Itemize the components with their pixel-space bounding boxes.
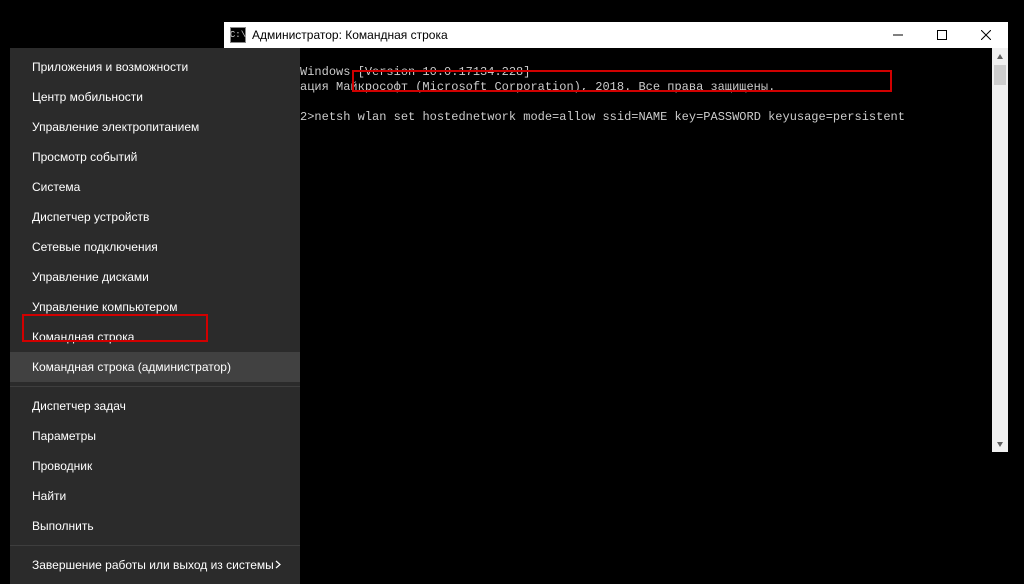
scroll-track[interactable] — [992, 65, 1008, 435]
minimize-button[interactable] — [876, 22, 920, 48]
menu-item-device-manager[interactable]: Диспетчер устройств — [10, 202, 300, 232]
menu-item-label: Система — [32, 180, 80, 194]
menu-item-label: Просмотр событий — [32, 150, 137, 164]
command-prompt-window: C:\ Администратор: Командная строка Micr… — [224, 22, 1008, 452]
menu-item-label: Проводник — [32, 459, 92, 473]
menu-item-label: Приложения и возможности — [32, 60, 188, 74]
menu-item-label: Сетевые подключения — [32, 240, 158, 254]
scroll-up-button[interactable] — [992, 48, 1008, 65]
menu-item-mobility-center[interactable]: Центр мобильности — [10, 82, 300, 112]
menu-item-label: Управление компьютером — [32, 300, 177, 314]
scroll-thumb[interactable] — [994, 65, 1006, 85]
menu-item-label: Командная строка — [32, 330, 134, 344]
menu-item-cmd[interactable]: Командная строка — [10, 322, 300, 352]
cmd-icon: C:\ — [230, 27, 246, 43]
menu-item-label: Управление электропитанием — [32, 120, 199, 134]
menu-item-label: Центр мобильности — [32, 90, 143, 104]
menu-item-system[interactable]: Система — [10, 172, 300, 202]
winx-power-menu: Приложения и возможности Центр мобильнос… — [10, 48, 300, 584]
menu-item-search[interactable]: Найти — [10, 481, 300, 511]
menu-divider — [10, 545, 300, 546]
menu-item-label: Диспетчер устройств — [32, 210, 149, 224]
chevron-right-icon — [274, 558, 283, 572]
menu-item-label: Завершение работы или выход из системы — [32, 558, 274, 572]
menu-item-label: Выполнить — [32, 519, 94, 533]
menu-item-label: Параметры — [32, 429, 96, 443]
menu-item-event-viewer[interactable]: Просмотр событий — [10, 142, 300, 172]
menu-item-settings[interactable]: Параметры — [10, 421, 300, 451]
scrollbar[interactable] — [992, 48, 1008, 452]
menu-item-cmd-admin[interactable]: Командная строка (администратор) — [10, 352, 300, 382]
menu-item-run[interactable]: Выполнить — [10, 511, 300, 541]
menu-item-disk-management[interactable]: Управление дисками — [10, 262, 300, 292]
menu-item-computer-management[interactable]: Управление компьютером — [10, 292, 300, 322]
menu-item-label: Диспетчер задач — [32, 399, 126, 413]
console-command: netsh wlan set hostednetwork mode=allow … — [314, 110, 905, 124]
menu-item-apps-features[interactable]: Приложения и возможности — [10, 52, 300, 82]
close-button[interactable] — [964, 22, 1008, 48]
menu-item-file-explorer[interactable]: Проводник — [10, 451, 300, 481]
console-area[interactable]: Microsoft Windows [Version 10.0.17134.22… — [224, 48, 1008, 452]
menu-item-label: Командная строка (администратор) — [32, 360, 231, 374]
window-title: Администратор: Командная строка — [252, 28, 876, 42]
menu-item-network-connections[interactable]: Сетевые подключения — [10, 232, 300, 262]
console-line: (c) Корпорация Майкрософт (Microsoft Cor… — [228, 80, 775, 94]
menu-item-power-options[interactable]: Управление электропитанием — [10, 112, 300, 142]
menu-item-task-manager[interactable]: Диспетчер задач — [10, 391, 300, 421]
titlebar[interactable]: C:\ Администратор: Командная строка — [224, 22, 1008, 48]
maximize-button[interactable] — [920, 22, 964, 48]
menu-item-label: Найти — [32, 489, 66, 503]
menu-divider — [10, 386, 300, 387]
scroll-down-button[interactable] — [992, 435, 1008, 452]
menu-item-shutdown[interactable]: Завершение работы или выход из системы — [10, 550, 300, 580]
menu-item-label: Управление дисками — [32, 270, 149, 284]
